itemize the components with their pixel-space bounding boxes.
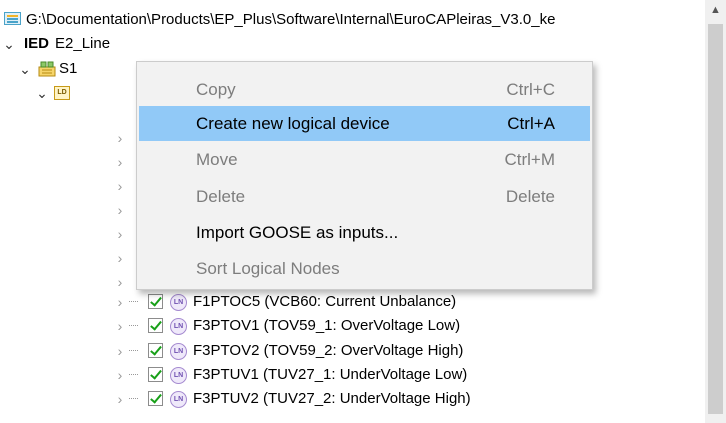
menu-item-create-logical-device[interactable]: Create new logical device Ctrl+A <box>139 106 590 141</box>
ied-icon: IED <box>24 35 50 52</box>
chevron-down-icon[interactable]: ⌄ <box>2 32 16 56</box>
tree-node-logical-node[interactable]: › LN F3PTUV1 (TUV27_1: UnderVoltage Low) <box>0 363 600 387</box>
chevron-right-icon[interactable]: › <box>113 222 127 246</box>
node-label: F3PTOV2 (TOV59_2: OverVoltage High) <box>193 342 464 359</box>
scroll-up-icon[interactable]: ▲ <box>705 0 726 21</box>
menu-item-shortcut: Ctrl+M <box>504 150 555 169</box>
substation-icon <box>38 61 56 77</box>
chevron-right-icon[interactable]: › <box>113 290 127 314</box>
tree-node-ied[interactable]: ⌄ IED E2_Line <box>0 32 200 56</box>
tree-node-collapsed[interactable]: › <box>0 150 130 174</box>
tree-connector <box>129 325 138 326</box>
menu-item-label: Delete <box>196 187 246 206</box>
tree-connector <box>129 398 138 399</box>
chevron-right-icon[interactable]: › <box>113 363 127 387</box>
menu-item-import-goose[interactable]: Import GOOSE as inputs... <box>139 215 590 250</box>
node-checkbox[interactable] <box>148 294 163 309</box>
node-label: F1PTOC5 (VCB60: Current Unbalance) <box>193 293 457 310</box>
menu-item-label: Sort Logical Nodes <box>196 259 340 278</box>
tree-node-collapsed[interactable]: › <box>0 198 130 222</box>
logical-node-icon: LN <box>170 318 187 335</box>
node-label: F3PTUV1 (TUV27_1: UnderVoltage Low) <box>193 366 468 383</box>
substation-label: S1 <box>59 60 78 77</box>
logical-node-icon: LN <box>170 367 187 384</box>
tree-node-collapsed[interactable]: › <box>0 246 130 270</box>
tree-connector <box>129 374 138 375</box>
scrollbar-thumb[interactable] <box>708 24 723 414</box>
project-path-row[interactable]: G:\Documentation\Products\EP_Plus\Softwa… <box>0 8 705 32</box>
tree-node-collapsed[interactable]: › <box>0 222 130 246</box>
chevron-right-icon[interactable]: › <box>113 126 127 150</box>
tree-node-collapsed[interactable]: › <box>0 126 130 150</box>
menu-item-sort-logical-nodes[interactable]: Sort Logical Nodes <box>139 251 590 286</box>
node-checkbox[interactable] <box>148 391 163 406</box>
menu-item-delete[interactable]: Delete Delete <box>139 179 590 214</box>
menu-item-label: Create new logical device <box>196 114 390 133</box>
logical-node-icon: LN <box>170 294 187 311</box>
tree-node-logical-node[interactable]: › LN F3PTOV2 (TOV59_2: OverVoltage High) <box>0 339 600 363</box>
menu-item-copy[interactable]: Copy Ctrl+C <box>139 72 590 107</box>
menu-item-shortcut: Ctrl+A <box>507 114 555 133</box>
context-menu: Copy Ctrl+C Create new logical device Ct… <box>136 61 593 290</box>
project-file-icon <box>4 12 21 25</box>
tree-node-logical-node[interactable]: › LN F1PTOC5 (VCB60: Current Unbalance) <box>0 290 600 314</box>
tree-connector <box>129 301 138 302</box>
chevron-right-icon[interactable]: › <box>113 314 127 338</box>
chevron-right-icon[interactable]: › <box>113 150 127 174</box>
tree-node-logical-node[interactable]: › LN F3PTUV2 (TUV27_2: UnderVoltage High… <box>0 387 600 411</box>
ied-label: E2_Line <box>55 35 111 52</box>
node-label: F3PTOV1 (TOV59_1: OverVoltage Low) <box>193 317 461 334</box>
chevron-right-icon[interactable]: › <box>113 198 127 222</box>
menu-item-label: Move <box>196 150 238 169</box>
menu-item-shortcut: Ctrl+C <box>506 80 555 99</box>
chevron-right-icon[interactable]: › <box>113 174 127 198</box>
menu-item-move[interactable]: Move Ctrl+M <box>139 142 590 177</box>
node-checkbox[interactable] <box>148 367 163 382</box>
logical-node-icon: LN <box>170 343 187 360</box>
tree-connector <box>129 350 138 351</box>
vertical-scrollbar[interactable]: ▲ <box>705 0 726 423</box>
chevron-right-icon[interactable]: › <box>113 387 127 411</box>
logical-device-icon: LD <box>54 86 70 100</box>
chevron-down-icon[interactable]: ⌄ <box>35 81 49 105</box>
project-path: G:\Documentation\Products\EP_Plus\Softwa… <box>26 11 556 28</box>
menu-item-label: Copy <box>196 80 236 99</box>
chevron-down-icon[interactable]: ⌄ <box>18 57 32 81</box>
tree-node-logical-node[interactable]: › LN F3PTOV1 (TOV59_1: OverVoltage Low) <box>0 314 600 338</box>
menu-item-shortcut: Delete <box>505 187 555 206</box>
chevron-right-icon[interactable]: › <box>113 339 127 363</box>
chevron-right-icon[interactable]: › <box>113 246 127 270</box>
tree-node-collapsed[interactable]: › <box>0 174 130 198</box>
node-label: F3PTUV2 (TUV27_2: UnderVoltage High) <box>193 390 471 407</box>
node-checkbox[interactable] <box>148 343 163 358</box>
menu-item-label: Import GOOSE as inputs... <box>196 223 399 242</box>
logical-node-icon: LN <box>170 391 187 408</box>
node-checkbox[interactable] <box>148 318 163 333</box>
